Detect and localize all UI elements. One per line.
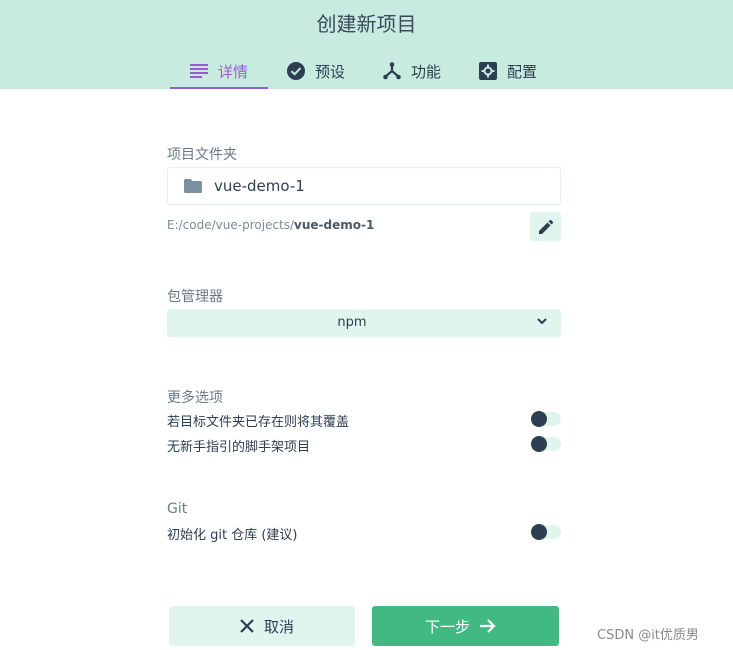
toggle-knob	[531, 524, 547, 540]
folder-section-label: 项目文件夹	[167, 147, 237, 163]
folder-icon	[184, 179, 202, 193]
header: 创建新项目 详情 预设 功能 配置	[0, 0, 733, 89]
toggle-knob	[531, 436, 547, 452]
next-button[interactable]: 下一步	[372, 606, 559, 646]
tab-bar: 详情 预设 功能 配置	[170, 55, 556, 89]
cancel-button[interactable]: 取消	[169, 606, 355, 646]
toggle-knob	[531, 411, 547, 427]
option-overwrite: 若目标文件夹已存在则将其覆盖	[167, 411, 561, 430]
option-label: 无新手指引的脚手架项目	[167, 440, 311, 455]
option-label: 若目标文件夹已存在则将其覆盖	[167, 415, 350, 430]
option-no-guide: 无新手指引的脚手架项目	[167, 436, 561, 455]
option-label: 初始化 git 仓库 (建议)	[167, 528, 298, 543]
folder-name-input[interactable]: vue-demo-1	[167, 167, 561, 205]
tab-label: 详情	[217, 62, 248, 81]
tab-details[interactable]: 详情	[170, 55, 268, 89]
chevron-down-icon	[537, 318, 547, 325]
tab-label: 功能	[410, 62, 441, 81]
package-manager-select[interactable]: npm	[167, 309, 561, 337]
page-title: 创建新项目	[316, 12, 417, 36]
pencil-icon	[538, 219, 553, 234]
folder-path-name: vue-demo-1	[294, 218, 375, 232]
option-git-init: 初始化 git 仓库 (建议)	[167, 524, 561, 543]
cancel-label: 取消	[263, 617, 294, 636]
next-label: 下一步	[424, 617, 470, 636]
tab-presets[interactable]: 预设	[268, 55, 364, 89]
package-manager-value: npm	[337, 315, 367, 330]
watermark: CSDN @it优质男	[597, 628, 699, 643]
tab-label: 配置	[506, 62, 537, 81]
more-options-label: 更多选项	[167, 390, 223, 406]
close-icon	[240, 619, 254, 633]
overwrite-toggle[interactable]	[531, 411, 561, 427]
folder-path: E:/code/vue-projects/vue-demo-1	[167, 218, 374, 232]
tab-features[interactable]: 功能	[364, 55, 460, 89]
tab-label: 预设	[314, 62, 345, 81]
no-guide-toggle[interactable]	[531, 436, 561, 452]
tab-config[interactable]: 配置	[460, 55, 556, 89]
package-manager-label: 包管理器	[167, 289, 223, 305]
settings-box-icon	[478, 62, 497, 80]
folder-name-value: vue-demo-1	[214, 177, 305, 195]
edit-path-button[interactable]	[530, 212, 561, 241]
git-init-toggle[interactable]	[531, 524, 561, 540]
folder-path-prefix: E:/code/vue-projects/	[167, 218, 295, 232]
arrow-right-icon	[480, 619, 496, 633]
merge-icon	[383, 62, 401, 80]
check-circle-icon	[286, 62, 305, 80]
git-section-label: Git	[167, 501, 188, 517]
list-icon	[189, 64, 208, 78]
